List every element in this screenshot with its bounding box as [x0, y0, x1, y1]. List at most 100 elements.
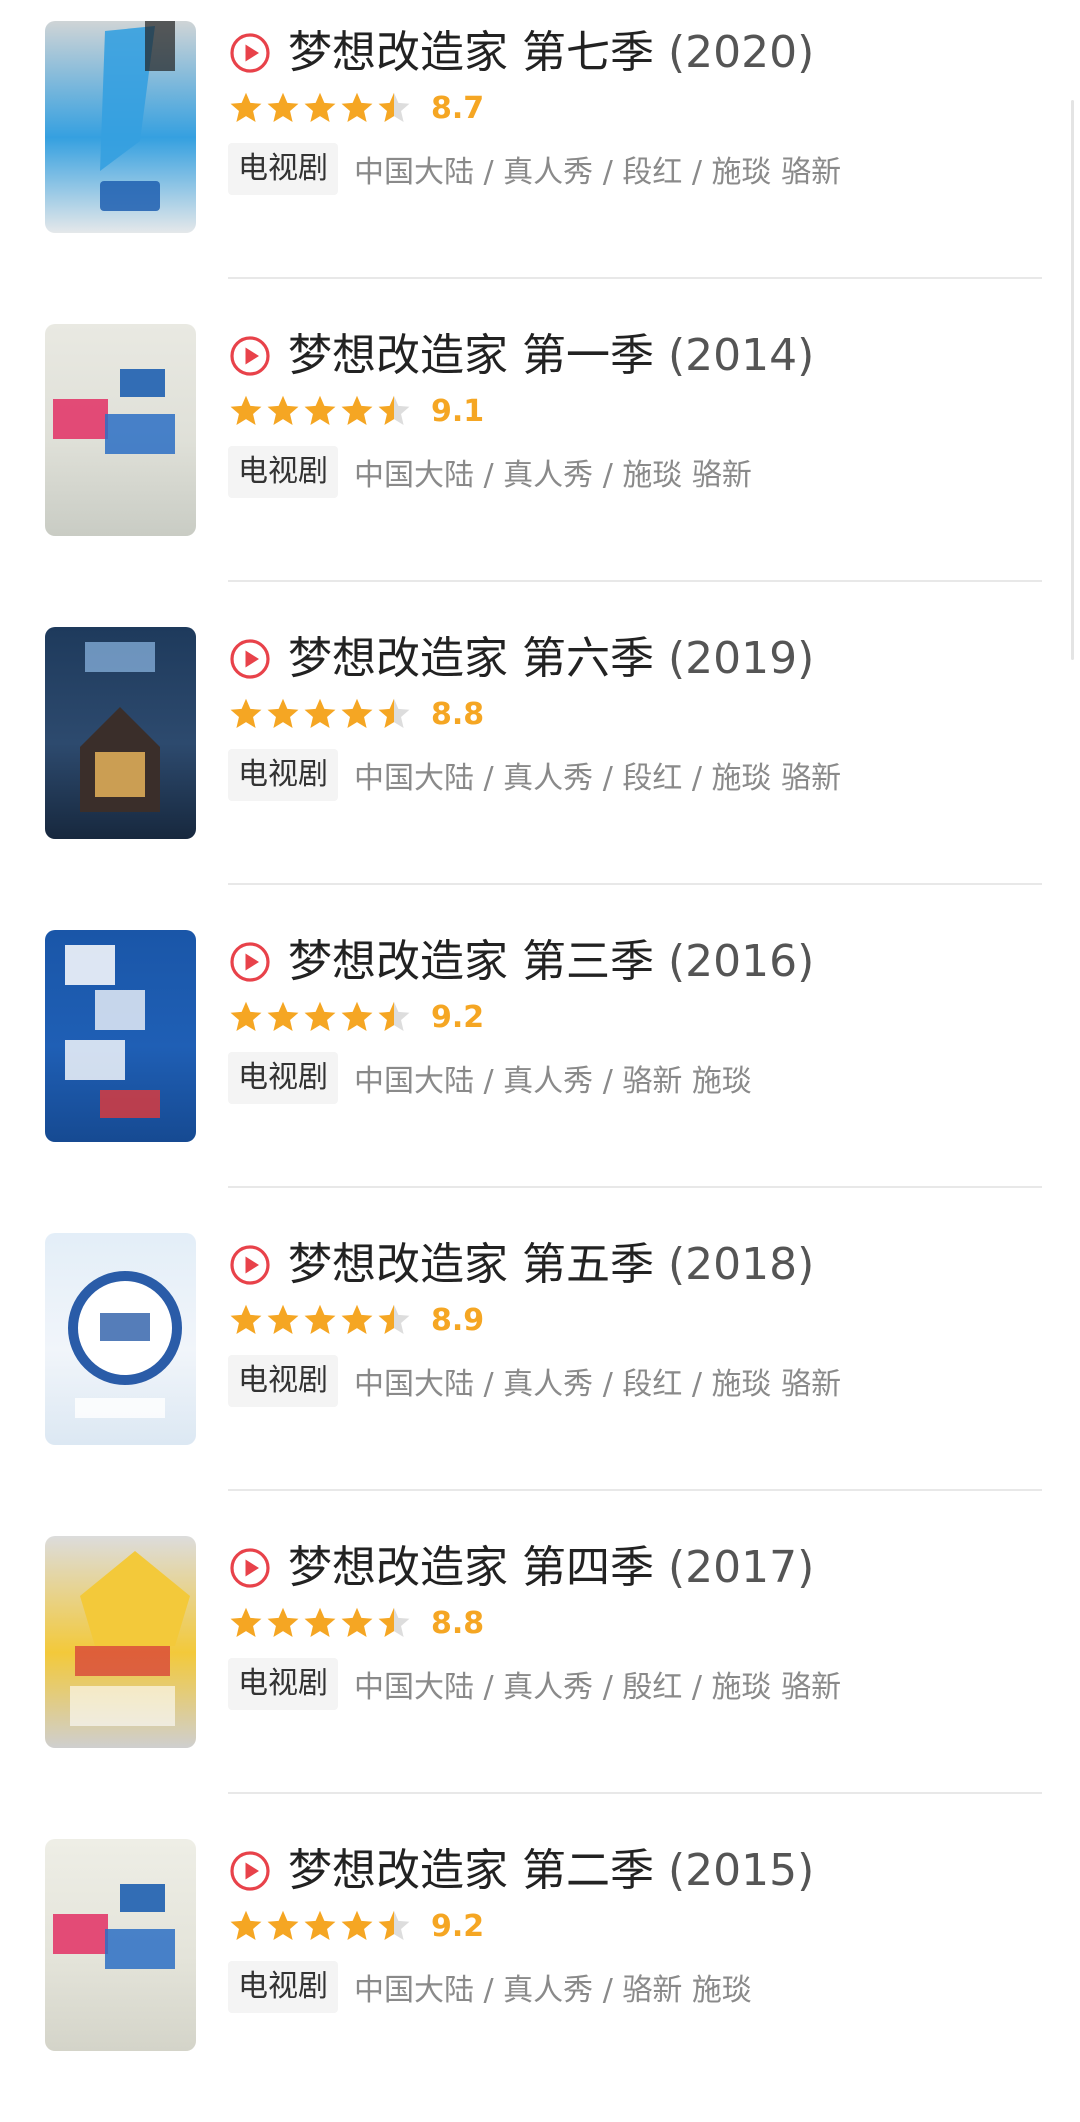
play-circle-icon[interactable] [228, 334, 272, 378]
list-item[interactable]: 梦想改造家 第六季 (2019) 8.8 电视剧 中国大陆 / 真人秀 / 段红 / 施… [0, 606, 1080, 910]
show-title[interactable]: 梦想改造家 第七季 [288, 24, 654, 82]
star-rating [228, 1908, 413, 1944]
divider [228, 580, 1042, 582]
star-icon [341, 1304, 373, 1334]
rating-score: 8.7 [431, 90, 485, 126]
type-badge: 电视剧 [228, 446, 338, 498]
divider [228, 277, 1042, 279]
play-circle-icon[interactable] [228, 1849, 272, 1893]
meta-row: 电视剧 中国大陆 / 真人秀 / 段红 / 施琰 骆新 [228, 140, 841, 198]
half-star-icon [378, 1910, 410, 1940]
star-icon [267, 395, 299, 425]
rating-row: 9.2 [228, 995, 484, 1039]
star-icon [341, 1607, 373, 1637]
half-star-icon [378, 698, 410, 728]
star-icon [230, 1304, 262, 1334]
star-icon [230, 698, 262, 728]
star-icon [304, 395, 336, 425]
star-icon [230, 395, 262, 425]
meta-row: 电视剧 中国大陆 / 真人秀 / 段红 / 施琰 骆新 [228, 746, 841, 804]
poster-image[interactable] [45, 1536, 196, 1748]
play-circle-icon[interactable] [228, 31, 272, 75]
poster-image[interactable] [45, 1233, 196, 1445]
title-row[interactable]: 梦想改造家 第六季 (2019) [228, 630, 814, 688]
poster-image[interactable] [45, 627, 196, 839]
scrollbar[interactable] [1071, 100, 1074, 660]
show-meta: 中国大陆 / 真人秀 / 段红 / 施琰 骆新 [354, 761, 842, 796]
show-title[interactable]: 梦想改造家 第四季 [288, 1539, 654, 1597]
title-row[interactable]: 梦想改造家 第五季 (2018) [228, 1236, 814, 1294]
star-icon [267, 1304, 299, 1334]
rating-row: 8.7 [228, 86, 484, 130]
meta-row: 电视剧 中国大陆 / 真人秀 / 骆新 施琰 [228, 1049, 752, 1107]
half-star-icon [378, 1607, 410, 1637]
list-item[interactable]: 梦想改造家 第四季 (2017) 8.8 电视剧 中国大陆 / 真人秀 / 殷红 / 施… [0, 1515, 1080, 1819]
star-icon [230, 92, 262, 122]
rating-score: 8.8 [431, 696, 485, 732]
type-badge: 电视剧 [228, 1052, 338, 1104]
show-year: (2019) [668, 633, 815, 684]
meta-row: 电视剧 中国大陆 / 真人秀 / 段红 / 施琰 骆新 [228, 1352, 841, 1410]
show-year: (2020) [668, 27, 815, 78]
list-item[interactable]: 梦想改造家 第二季 (2015) 9.2 电视剧 中国大陆 / 真人秀 / 骆新 施琰 [0, 1818, 1080, 2122]
star-icon [341, 1910, 373, 1940]
show-title[interactable]: 梦想改造家 第五季 [288, 1236, 654, 1294]
title-row[interactable]: 梦想改造家 第一季 (2014) [228, 327, 814, 385]
poster-image[interactable] [45, 1839, 196, 2051]
type-badge: 电视剧 [228, 1355, 338, 1407]
rating-score: 8.9 [431, 1302, 485, 1338]
star-rating [228, 696, 413, 732]
divider [228, 883, 1042, 885]
star-icon [230, 1910, 262, 1940]
star-icon [267, 1910, 299, 1940]
star-icon [304, 1607, 336, 1637]
show-year: (2017) [668, 1542, 815, 1593]
star-icon [304, 92, 336, 122]
meta-row: 电视剧 中国大陆 / 真人秀 / 施琰 骆新 [228, 443, 752, 501]
rating-score: 9.2 [431, 1908, 485, 1944]
star-rating [228, 1605, 413, 1641]
star-icon [304, 698, 336, 728]
show-meta: 中国大陆 / 真人秀 / 段红 / 施琰 骆新 [354, 155, 842, 190]
show-title[interactable]: 梦想改造家 第六季 [288, 630, 654, 688]
play-circle-icon[interactable] [228, 1546, 272, 1590]
star-icon [341, 698, 373, 728]
show-title[interactable]: 梦想改造家 第三季 [288, 933, 654, 991]
show-meta: 中国大陆 / 真人秀 / 段红 / 施琰 骆新 [354, 1367, 842, 1402]
star-icon [230, 1001, 262, 1031]
divider [228, 1792, 1042, 1794]
play-circle-icon[interactable] [228, 940, 272, 984]
show-title[interactable]: 梦想改造家 第二季 [288, 1842, 654, 1900]
list-item[interactable]: 梦想改造家 第三季 (2016) 9.2 电视剧 中国大陆 / 真人秀 / 骆新 施琰 [0, 909, 1080, 1213]
show-meta: 中国大陆 / 真人秀 / 殷红 / 施琰 骆新 [354, 1670, 842, 1705]
list-item[interactable]: 梦想改造家 第五季 (2018) 8.9 电视剧 中国大陆 / 真人秀 / 段红 / 施… [0, 1212, 1080, 1516]
show-year: (2014) [668, 330, 815, 381]
star-icon [267, 698, 299, 728]
title-row[interactable]: 梦想改造家 第四季 (2017) [228, 1539, 814, 1597]
rating-score: 9.2 [431, 999, 485, 1035]
type-badge: 电视剧 [228, 143, 338, 195]
play-circle-icon[interactable] [228, 1243, 272, 1287]
show-year: (2015) [668, 1845, 815, 1896]
star-icon [304, 1910, 336, 1940]
poster-image[interactable] [45, 21, 196, 233]
star-icon [267, 1001, 299, 1031]
list-item[interactable]: 梦想改造家 第七季 (2020) 8.7 电视剧 中国大陆 / 真人秀 / 段红 / 施… [0, 0, 1080, 304]
type-badge: 电视剧 [228, 1658, 338, 1710]
poster-image[interactable] [45, 324, 196, 536]
poster-image[interactable] [45, 930, 196, 1142]
half-star-icon [378, 395, 410, 425]
star-rating [228, 999, 413, 1035]
title-row[interactable]: 梦想改造家 第七季 (2020) [228, 24, 814, 82]
type-badge: 电视剧 [228, 1961, 338, 2013]
show-meta: 中国大陆 / 真人秀 / 骆新 施琰 [354, 1973, 752, 2008]
star-icon [341, 1001, 373, 1031]
show-year: (2016) [668, 936, 815, 987]
list-item[interactable]: 梦想改造家 第一季 (2014) 9.1 电视剧 中国大陆 / 真人秀 / 施琰 骆新 [0, 303, 1080, 607]
title-row[interactable]: 梦想改造家 第三季 (2016) [228, 933, 814, 991]
play-circle-icon[interactable] [228, 637, 272, 681]
rating-score: 9.1 [431, 393, 485, 429]
show-meta: 中国大陆 / 真人秀 / 骆新 施琰 [354, 1064, 752, 1099]
show-title[interactable]: 梦想改造家 第一季 [288, 327, 654, 385]
title-row[interactable]: 梦想改造家 第二季 (2015) [228, 1842, 814, 1900]
